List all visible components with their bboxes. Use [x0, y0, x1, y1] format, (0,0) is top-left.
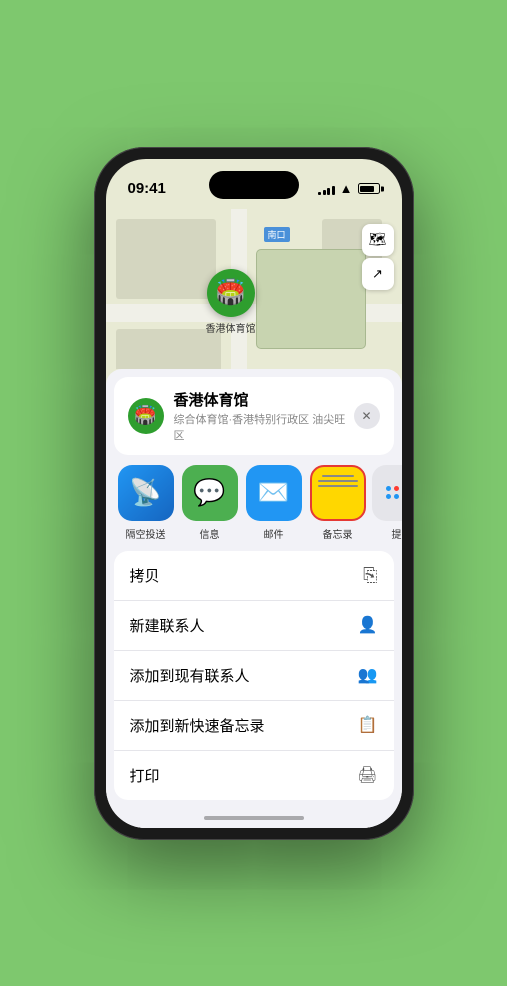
dot-1 — [386, 486, 391, 491]
dot-5 — [394, 494, 399, 499]
messages-label: 信息 — [200, 526, 220, 541]
status-icons: ▲ — [318, 181, 379, 196]
copy-label: 拷贝 — [130, 565, 160, 586]
map-block-center — [256, 249, 366, 349]
action-add-existing[interactable]: 添加到现有联系人 👥 — [114, 651, 394, 701]
location-button[interactable]: ↗ — [362, 258, 394, 290]
location-info: 香港体育馆 综合体育馆·香港特别行政区 油尖旺区 — [174, 389, 354, 443]
mail-emoji: ✉️ — [257, 477, 289, 508]
dot-4 — [386, 494, 391, 499]
more-icon — [372, 465, 402, 521]
share-item-notes[interactable]: 备忘录 — [308, 465, 368, 541]
airdrop-emoji: 📡 — [129, 477, 161, 508]
action-new-contact[interactable]: 新建联系人 👤 — [114, 601, 394, 651]
notes-line-2 — [318, 480, 358, 482]
pin-circle: 🏟️ — [207, 269, 255, 317]
map-type-button[interactable]: 🗺 — [362, 224, 394, 256]
notes-line-1 — [322, 475, 354, 477]
home-indicator — [106, 808, 402, 828]
pin-stadium-icon: 🏟️ — [216, 278, 246, 307]
action-copy[interactable]: 拷贝 ⎘ — [114, 551, 394, 601]
pin-label: 香港体育馆 — [206, 320, 256, 335]
dot-2 — [394, 486, 399, 491]
signal-bar-1 — [318, 192, 321, 195]
home-bar — [204, 816, 304, 820]
action-print[interactable]: 打印 🖨 — [114, 751, 394, 800]
map-type-icon: 🗺 — [369, 231, 387, 248]
map-area[interactable]: 南口 🏟️ 香港体育馆 🗺 ↗ — [106, 209, 402, 369]
bottom-sheet: 🏟️ 香港体育馆 综合体育馆·香港特别行政区 油尖旺区 ✕ 📡 隔空投送 — [106, 369, 402, 828]
location-card: 🏟️ 香港体育馆 综合体育馆·香港特别行政区 油尖旺区 ✕ — [114, 377, 394, 455]
print-icon: 🖨 — [357, 765, 377, 785]
close-button[interactable]: ✕ — [354, 403, 380, 429]
map-block-1 — [116, 219, 216, 299]
battery-icon — [358, 183, 380, 194]
airdrop-icon: 📡 — [118, 465, 174, 521]
more-dots-row-1 — [386, 486, 402, 491]
map-block-3 — [116, 329, 221, 369]
mail-label: 邮件 — [264, 526, 284, 541]
wifi-icon: ▲ — [340, 181, 353, 196]
messages-icon: 💬 — [182, 465, 238, 521]
add-existing-label: 添加到现有联系人 — [130, 665, 250, 686]
copy-icon: ⎘ — [363, 565, 377, 586]
signal-bar-3 — [327, 188, 330, 195]
share-item-airdrop[interactable]: 📡 隔空投送 — [116, 465, 176, 541]
signal-bars-icon — [318, 183, 335, 195]
share-item-mail[interactable]: ✉️ 邮件 — [244, 465, 304, 541]
signal-bar-4 — [332, 186, 335, 195]
map-controls: 🗺 ↗ — [362, 224, 394, 290]
messages-emoji: 💬 — [193, 477, 225, 508]
dynamic-island — [209, 171, 299, 199]
phone-frame: 09:41 ▲ — [94, 147, 414, 840]
new-contact-label: 新建联系人 — [130, 615, 205, 636]
phone-screen: 09:41 ▲ — [106, 159, 402, 828]
action-add-notes[interactable]: 添加到新快速备忘录 📋 — [114, 701, 394, 751]
location-subtitle: 综合体育馆·香港特别行政区 油尖旺区 — [174, 411, 354, 443]
location-icon: ↗ — [372, 266, 383, 282]
battery-fill — [360, 186, 374, 192]
location-name: 香港体育馆 — [174, 389, 354, 410]
share-item-messages[interactable]: 💬 信息 — [180, 465, 240, 541]
status-time: 09:41 — [128, 180, 166, 197]
share-row: 📡 隔空投送 💬 信息 ✉️ 邮件 — [106, 455, 402, 547]
notes-label: 备忘录 — [323, 526, 353, 541]
map-area-label: 南口 — [264, 227, 290, 242]
share-item-more[interactable]: 提 — [372, 465, 402, 541]
notes-icon — [310, 465, 366, 521]
notes-line-3 — [318, 485, 358, 487]
new-contact-icon: 👤 — [358, 615, 378, 635]
airdrop-label: 隔空投送 — [126, 526, 166, 541]
add-notes-label: 添加到新快速备忘录 — [130, 715, 265, 736]
more-label: 提 — [392, 526, 402, 541]
print-label: 打印 — [130, 765, 160, 786]
stadium-pin: 🏟️ 香港体育馆 — [206, 269, 256, 335]
location-venue-icon: 🏟️ — [128, 398, 164, 434]
add-existing-icon: 👥 — [358, 665, 378, 685]
signal-bar-2 — [323, 190, 326, 195]
more-dots-row-2 — [386, 494, 402, 499]
action-list: 拷贝 ⎘ 新建联系人 👤 添加到现有联系人 👥 添加到新快速备忘录 📋 打印 — [114, 551, 394, 800]
mail-icon: ✉️ — [246, 465, 302, 521]
add-notes-icon: 📋 — [358, 715, 378, 735]
